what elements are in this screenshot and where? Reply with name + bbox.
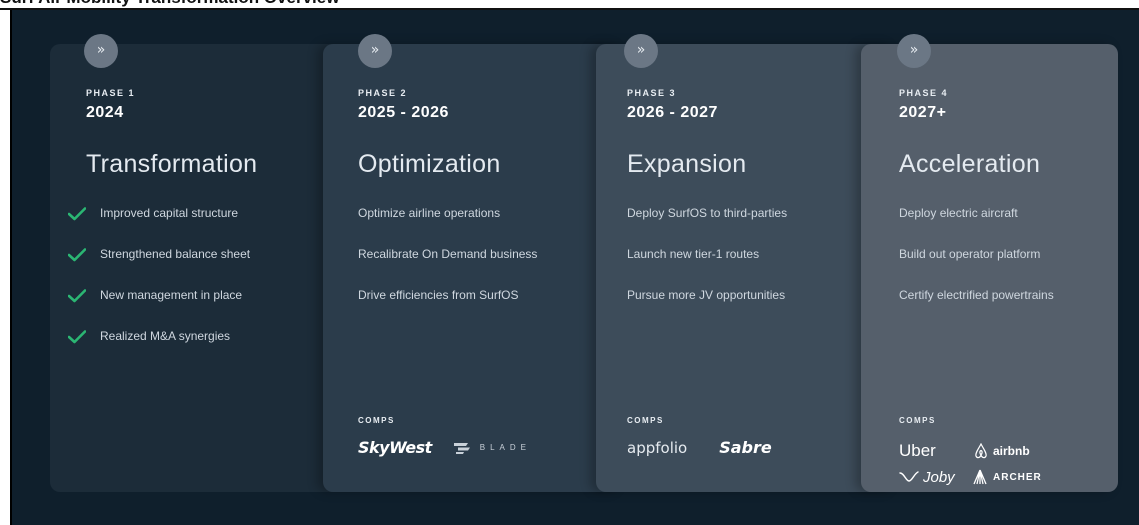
comps-logos: SkyWest BLADE	[358, 438, 531, 457]
phase-item-list: Improved capital structure Strengthened …	[68, 206, 250, 370]
list-item: New management in place	[68, 288, 250, 329]
joby-logo: Joby	[899, 469, 973, 486]
phase-heading: Optimization	[358, 150, 501, 178]
phase-years: 2027+	[899, 104, 947, 121]
phase-item-list: Deploy electric aircraft Build out opera…	[899, 206, 1054, 329]
phase-years: 2024	[86, 104, 124, 121]
list-item-text: New management in place	[100, 288, 243, 302]
phase-1-card: » PHASE 1 2024 Transformation Improved c…	[50, 34, 350, 492]
phase-label: PHASE 1	[86, 88, 136, 98]
phase-years: 2026 - 2027	[627, 104, 718, 121]
chevron-double-right-icon: »	[84, 34, 118, 68]
list-item-text: Strengthened balance sheet	[100, 247, 251, 261]
archer-logo-text: ARCHER	[993, 471, 1042, 483]
list-item: Realized M&A synergies	[68, 329, 250, 370]
logo-row: Uber airbnb	[899, 438, 1030, 464]
comps-label: COMPS	[358, 416, 395, 425]
airbnb-logo: airbnb	[973, 443, 1030, 459]
checkmark-icon	[68, 248, 86, 262]
roadmap-slide: » PHASE 1 2024 Transformation Improved c…	[10, 10, 1139, 525]
chevron-double-right-icon: »	[897, 34, 931, 68]
phase-heading: Transformation	[86, 150, 258, 178]
checkmark-icon	[68, 289, 86, 303]
list-item-text: Improved capital structure	[100, 206, 239, 220]
uber-logo: Uber	[899, 441, 936, 460]
list-item: Optimize airline operations	[358, 206, 501, 220]
airbnb-logo-text: airbnb	[993, 444, 1030, 458]
list-item: Launch new tier-1 routes	[627, 247, 760, 261]
phase-years: 2025 - 2026	[358, 104, 449, 121]
joby-mark-icon	[899, 471, 919, 482]
chevron-double-right-icon: »	[358, 34, 392, 68]
list-item: Deploy electric aircraft	[899, 206, 1018, 220]
phase-label: PHASE 4	[899, 88, 949, 98]
phase-2-card: » PHASE 2 2025 - 2026 Optimization Optim…	[323, 34, 623, 492]
phase-item-list: Optimize airline operations Recalibrate …	[358, 206, 537, 329]
phase-label: PHASE 2	[358, 88, 408, 98]
phase-label: PHASE 3	[627, 88, 677, 98]
joby-logo-text: Joby	[923, 468, 955, 486]
list-item: Recalibrate On Demand business	[358, 247, 538, 261]
list-item: Deploy SurfOS to third-parties	[627, 206, 788, 220]
page-title: Surf Air Mobility Transformation Overvie…	[0, 0, 600, 8]
comps-logos: Uber airbnb Joby ARCHER	[899, 438, 1042, 490]
phase-heading: Acceleration	[899, 150, 1041, 178]
sabre-logo: Sabre	[719, 438, 772, 457]
list-item: Certify electrified powertrains	[899, 288, 1054, 302]
checkmark-icon	[68, 207, 86, 221]
comps-logos: appfolio Sabre	[627, 438, 772, 457]
list-item: Drive efficiencies from SurfOS	[358, 288, 519, 302]
archer-logo: ARCHER	[973, 469, 1042, 485]
airbnb-mark-icon	[975, 443, 987, 459]
chevron-double-right-icon: »	[624, 34, 658, 68]
list-item-text: Realized M&A synergies	[100, 329, 231, 343]
list-item: Build out operator platform	[899, 247, 1041, 261]
appfolio-logo: appfolio	[627, 438, 688, 457]
blade-logo: BLADE	[453, 442, 531, 454]
list-item: Strengthened balance sheet	[68, 247, 250, 288]
phase-4-card: » PHASE 4 2027+ Acceleration Deploy elec…	[861, 34, 1118, 492]
phase-heading: Expansion	[627, 150, 747, 178]
blade-logo-text: BLADE	[479, 443, 531, 452]
phase-3-card: » PHASE 3 2026 - 2027 Expansion Deploy S…	[596, 34, 896, 492]
checkmark-icon	[68, 330, 86, 344]
logo-row: Joby ARCHER	[899, 464, 1042, 490]
comps-label: COMPS	[627, 416, 664, 425]
blade-mark-icon	[453, 442, 470, 454]
list-item: Improved capital structure	[68, 206, 250, 247]
comps-label: COMPS	[899, 416, 936, 425]
list-item: Pursue more JV opportunities	[627, 288, 786, 302]
phase-item-list: Deploy SurfOS to third-parties Launch ne…	[627, 206, 787, 329]
skywest-logo: SkyWest	[358, 438, 432, 457]
archer-mark-icon	[973, 469, 987, 485]
